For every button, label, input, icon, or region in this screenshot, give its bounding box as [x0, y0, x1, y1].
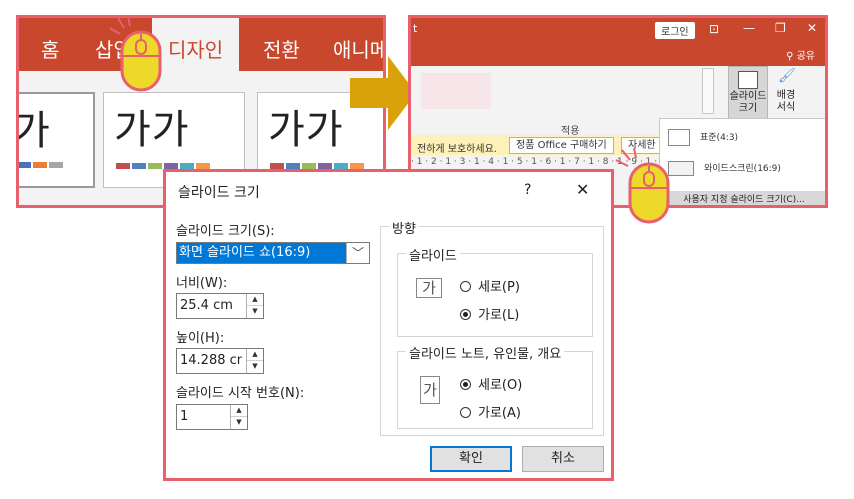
notes-portrait-label: 세로(O)	[478, 378, 523, 393]
cancel-button[interactable]: 취소	[522, 446, 604, 472]
standard-label: 표준(4:3)	[700, 133, 739, 143]
ribbon-display-icon[interactable]: ⊡	[709, 22, 719, 36]
window-title: t	[413, 22, 418, 35]
format-background-icon: 🖌	[778, 68, 796, 84]
format-background-label: 배경 서식	[776, 90, 796, 113]
notes-landscape-label: 가로(A)	[478, 406, 521, 421]
start-number-label: 슬라이드 시작 번호(N):	[176, 386, 305, 401]
help-button[interactable]: ?	[524, 182, 531, 198]
tab-home[interactable]: 홈	[41, 34, 59, 63]
notes-portrait-radio[interactable]: 세로(O)	[460, 374, 522, 393]
theme-gallery-preview	[421, 73, 491, 109]
portrait-orientation-icon: 가	[420, 376, 440, 404]
height-spinner[interactable]: 14.288 cm ▲▼	[176, 348, 264, 374]
theme-color-swatches	[19, 162, 63, 168]
slide-size-dialog: 슬라이드 크기 ? ✕ 슬라이드 크기(S): 화면 슬라이드 쇼(16:9) …	[163, 169, 614, 481]
theme-sample-text: 가가	[268, 107, 344, 153]
down-arrow-icon[interactable]: ▼	[247, 361, 263, 372]
ok-button[interactable]: 확인	[430, 446, 512, 472]
orientation-group: 방향 슬라이드 가 세로(P) 가로(L) 슬라이드 노트, 유인물, 개요 가…	[380, 218, 604, 436]
slide-size-label: 슬라이드 크기	[729, 91, 767, 114]
slide-size-button[interactable]: 슬라이드 크기	[728, 66, 768, 120]
message-text: 전하게 보호하세요.	[417, 144, 497, 155]
arrow-right-icon	[350, 56, 416, 130]
notes-orientation-group: 슬라이드 노트, 유인물, 개요 가 세로(O) 가로(A)	[397, 343, 593, 429]
standard-icon	[668, 129, 690, 146]
mouse-click-icon	[109, 15, 162, 92]
slide-portrait-label: 세로(P)	[478, 280, 520, 295]
chevron-down-icon[interactable]: ﹀	[346, 243, 369, 263]
landscape-orientation-icon: 가	[416, 278, 442, 298]
color-swatch	[148, 163, 162, 169]
format-background-button[interactable]: 🖌 배경 서식	[771, 68, 801, 114]
theme-sample-text: 가	[16, 108, 51, 154]
close-icon[interactable]: ✕	[576, 180, 589, 199]
restore-icon[interactable]: ❐	[775, 21, 786, 35]
share-label: 공유	[796, 51, 815, 62]
down-arrow-icon[interactable]: ▼	[247, 306, 263, 317]
width-spinner[interactable]: 25.4 cm ▲ ▼	[176, 293, 264, 319]
widescreen-label: 와이드스크린(16:9)	[704, 164, 781, 174]
gallery-scroll[interactable]	[702, 68, 714, 114]
height-stepper[interactable]: ▲ ▼	[246, 349, 263, 373]
slide-size-value: 화면 슬라이드 쇼(16:9)	[177, 243, 347, 263]
up-arrow-icon[interactable]: ▲	[231, 405, 247, 417]
title-bar	[411, 18, 825, 66]
start-number-spinner[interactable]: 1 ▲ ▼	[176, 404, 248, 430]
up-arrow-icon[interactable]: ▲	[247, 349, 263, 361]
color-swatch	[116, 163, 130, 169]
slide-size-label: 슬라이드 크기(S):	[176, 224, 275, 239]
slide-size-icon	[738, 71, 758, 89]
custom-slide-size-item[interactable]: 사용자 지정 슬라이드 크기(C)...	[660, 191, 825, 205]
width-value: 25.4 cm	[180, 298, 233, 313]
user-icon: ⚲	[786, 51, 794, 62]
height-label: 높이(H):	[176, 331, 225, 346]
close-icon[interactable]: ✕	[807, 21, 817, 35]
orientation-title: 방향	[389, 218, 419, 237]
slide-landscape-radio[interactable]: 가로(L)	[460, 304, 519, 323]
start-number-stepper[interactable]: ▲ ▼	[230, 405, 247, 429]
dropdown-item-widescreen[interactable]: 와이드스크린(16:9)	[668, 161, 781, 176]
width-label: 너비(W):	[176, 276, 228, 291]
slides-orientation-group: 슬라이드 가 세로(P) 가로(L)	[397, 245, 593, 337]
theme-thumbnail-office[interactable]: 가	[16, 92, 95, 188]
notes-landscape-radio[interactable]: 가로(A)	[460, 402, 521, 421]
buy-office-button[interactable]: 정품 Office 구매하기	[509, 137, 614, 154]
theme-sample-text: 가가	[114, 107, 190, 153]
start-number-value: 1	[180, 409, 189, 424]
height-value: 14.288 cm	[180, 353, 242, 368]
down-arrow-icon[interactable]: ▼	[231, 417, 247, 428]
color-swatch	[19, 162, 31, 168]
login-button[interactable]: 로그인	[655, 22, 695, 39]
slide-size-dropdown: 표준(4:3) 와이드스크린(16:9) 사용자 지정 슬라이드 크기(C)..…	[659, 118, 825, 205]
dropdown-item-standard[interactable]: 표준(4:3)	[668, 129, 738, 146]
slide-portrait-radio[interactable]: 세로(P)	[460, 276, 520, 295]
up-arrow-icon[interactable]: ▲	[247, 294, 263, 306]
mouse-click-icon	[615, 147, 670, 224]
slide-size-select[interactable]: 화면 슬라이드 쇼(16:9) ﹀	[176, 242, 370, 264]
slides-group-title: 슬라이드	[406, 245, 460, 264]
color-swatch	[132, 163, 146, 169]
width-stepper[interactable]: ▲ ▼	[246, 294, 263, 318]
tab-transitions[interactable]: 전환	[263, 34, 300, 63]
color-swatch	[49, 162, 63, 168]
share-button[interactable]: ⚲ 공유	[786, 47, 815, 62]
color-swatch	[33, 162, 47, 168]
notes-group-title: 슬라이드 노트, 유인물, 개요	[406, 343, 565, 362]
minimize-icon[interactable]: —	[743, 21, 755, 35]
slide-landscape-label: 가로(L)	[478, 308, 520, 323]
dialog-title: 슬라이드 크기	[178, 185, 260, 201]
